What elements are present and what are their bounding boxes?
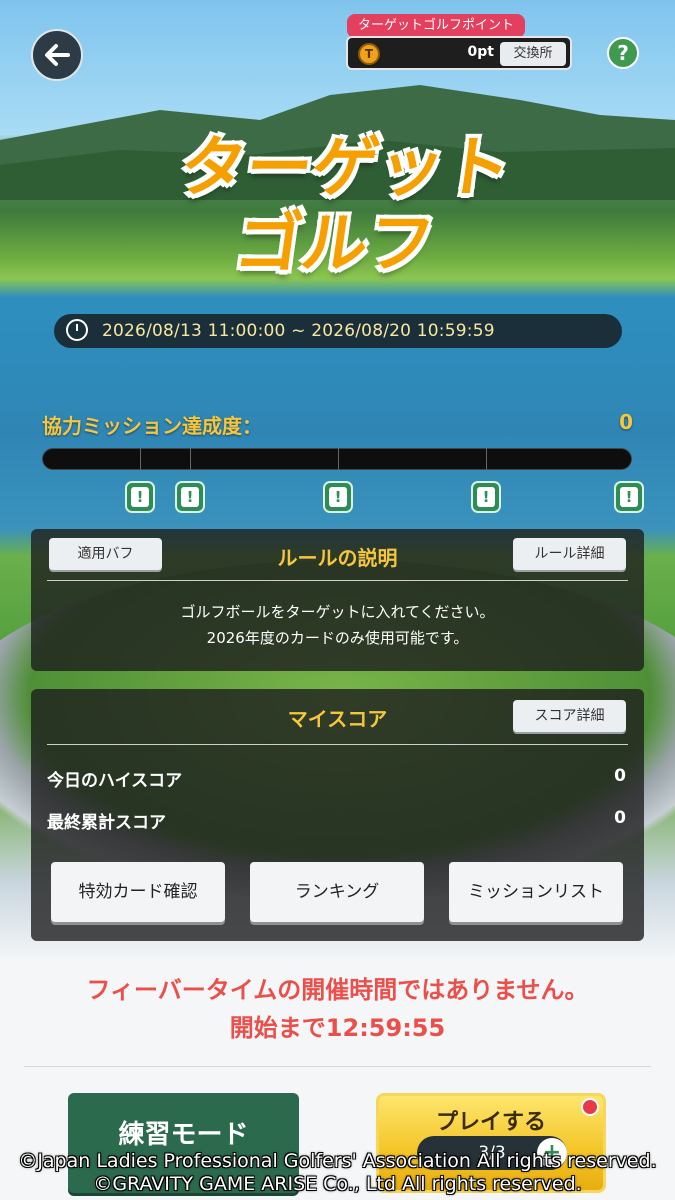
score-detail-button[interactable]: スコア詳細: [513, 700, 626, 732]
rule-detail-button[interactable]: ルール詳細: [513, 538, 626, 570]
points-label: ターゲットゴルフポイント: [347, 14, 525, 38]
mission-reward-marker-1[interactable]: !: [125, 481, 155, 513]
notification-dot: [581, 1098, 599, 1116]
exclamation-icon: !: [181, 487, 199, 507]
rules-panel: 適用バフ ルールの説明 ルール詳細 ゴルフボールをターゲットに入れてください。 …: [31, 529, 644, 671]
progress-tick: [140, 448, 141, 470]
event-period: 2026/08/13 11:00:00 ~ 2026/08/20 10:59:5…: [54, 314, 622, 348]
rules-description: ゴルフボールをターゲットに入れてください。 2026年度のカードのみ使用可能です…: [31, 599, 644, 651]
progress-tick: [190, 448, 191, 470]
event-title: ターゲット ゴルフ: [139, 129, 540, 282]
total-score-label: 最終累計スコア: [47, 813, 166, 833]
my-score-panel: マイスコア スコア詳細 今日のハイスコア 0 最終累計スコア 0 特効カード確認…: [31, 689, 644, 941]
mission-value: 0: [619, 410, 633, 434]
mission-reward-marker-5[interactable]: !: [614, 481, 644, 513]
rules-line-1: ゴルフボールをターゲットに入れてください。: [180, 603, 495, 621]
title-line2: ゴルフ: [230, 205, 440, 282]
back-button[interactable]: [31, 29, 83, 81]
help-button[interactable]: ?: [607, 37, 639, 69]
mission-label: 協力ミッション達成度：: [42, 414, 262, 438]
title-line1: ターゲット: [175, 129, 516, 206]
divider: [47, 744, 628, 745]
copyright-line-1: ©Japan Ladies Professional Golfers' Asso…: [18, 1150, 657, 1172]
copyright-line-2: ©GRAVITY GAME ARISE Co., Ltd All rights …: [93, 1173, 582, 1195]
mission-reward-marker-4[interactable]: !: [471, 481, 501, 513]
event-period-text: 2026/08/13 11:00:00 ~ 2026/08/20 10:59:5…: [102, 321, 495, 341]
divider: [47, 580, 628, 581]
arrow-left-icon: [45, 44, 70, 66]
rules-line-2: 2026年度のカードのみ使用可能です。: [206, 629, 469, 647]
play-button-label: プレイする: [435, 1110, 546, 1135]
today-high-score-row: 今日のハイスコア 0: [47, 766, 626, 791]
progress-tick: [338, 448, 339, 470]
total-score-value: 0: [614, 808, 626, 828]
exclamation-icon: !: [620, 487, 638, 507]
points-value: 0pt: [467, 44, 494, 60]
today-high-score-value: 0: [614, 766, 626, 786]
exclamation-icon: !: [477, 487, 495, 507]
progress-tick: [486, 448, 487, 470]
exclamation-icon: !: [329, 487, 347, 507]
fever-status-text: フィーバータイムの開催時間ではありません。: [86, 976, 589, 1004]
clock-icon: [66, 319, 88, 341]
mission-reward-marker-2[interactable]: !: [175, 481, 205, 513]
mission-progress-bar: [42, 448, 632, 470]
ranking-button[interactable]: ランキング: [250, 862, 424, 922]
mission-reward-marker-3[interactable]: !: [323, 481, 353, 513]
special-card-button[interactable]: 特効カード確認: [51, 862, 225, 922]
target-coin-icon: T: [358, 43, 380, 65]
exclamation-icon: !: [131, 487, 149, 507]
exchange-button[interactable]: 交換所: [500, 42, 566, 66]
total-score-row: 最終累計スコア 0: [47, 808, 626, 833]
fever-countdown: 開始まで12:59:55: [229, 1014, 446, 1042]
points-display: T 0pt 交換所: [346, 36, 572, 70]
divider: [24, 1066, 651, 1067]
today-high-score-label: 今日のハイスコア: [47, 771, 183, 791]
mission-list-button[interactable]: ミッションリスト: [449, 862, 623, 922]
